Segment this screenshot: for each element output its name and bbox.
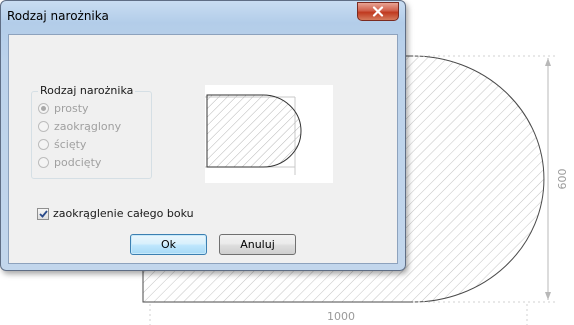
corner-preview-image bbox=[205, 85, 333, 183]
corner-type-dialog: Rodzaj narożnika Rodzaj narożnika prosty… bbox=[0, 0, 406, 271]
round-whole-side-checkbox[interactable]: zaokrąglenie całego boku bbox=[37, 207, 194, 220]
checkmark-icon bbox=[38, 209, 48, 218]
height-dimension-arrow-top bbox=[545, 58, 551, 66]
corner-type-groupbox: Rodzaj narożnika prosty zaokrąglony ścię… bbox=[31, 84, 152, 179]
radio-label: ścięty bbox=[54, 137, 87, 151]
radio-indicator bbox=[38, 156, 49, 168]
radio-podciety[interactable]: podcięty bbox=[38, 155, 101, 169]
cancel-button[interactable]: Anuluj bbox=[219, 234, 296, 255]
groupbox-caption: Rodzaj narożnika bbox=[38, 84, 136, 97]
radio-label: podcięty bbox=[54, 155, 102, 169]
checkbox-label: zaokrąglenie całego boku bbox=[53, 207, 194, 220]
radio-indicator bbox=[38, 120, 49, 132]
close-button[interactable] bbox=[357, 2, 399, 21]
height-dimension-arrow-bottom bbox=[545, 292, 551, 300]
radio-zaokraglony[interactable]: zaokrąglony bbox=[38, 119, 121, 133]
ok-button[interactable]: Ok bbox=[130, 234, 207, 255]
radio-prosty[interactable]: prosty bbox=[38, 101, 89, 115]
preview-rounded-shape bbox=[206, 94, 302, 168]
radio-indicator bbox=[38, 102, 49, 114]
dialog-client-area: Rodzaj narożnika prosty zaokrąglony ścię… bbox=[8, 34, 398, 264]
radio-label: zaokrąglony bbox=[54, 119, 122, 133]
radio-label: prosty bbox=[54, 101, 89, 115]
radio-sciety[interactable]: ścięty bbox=[38, 137, 86, 151]
close-icon bbox=[372, 6, 384, 17]
radio-indicator bbox=[38, 138, 49, 150]
dialog-title: Rodzaj narożnika bbox=[7, 9, 109, 23]
checkbox-box bbox=[37, 207, 49, 220]
width-dimension-label: 1000 bbox=[327, 310, 355, 323]
height-dimension-label: 600 bbox=[556, 169, 569, 190]
